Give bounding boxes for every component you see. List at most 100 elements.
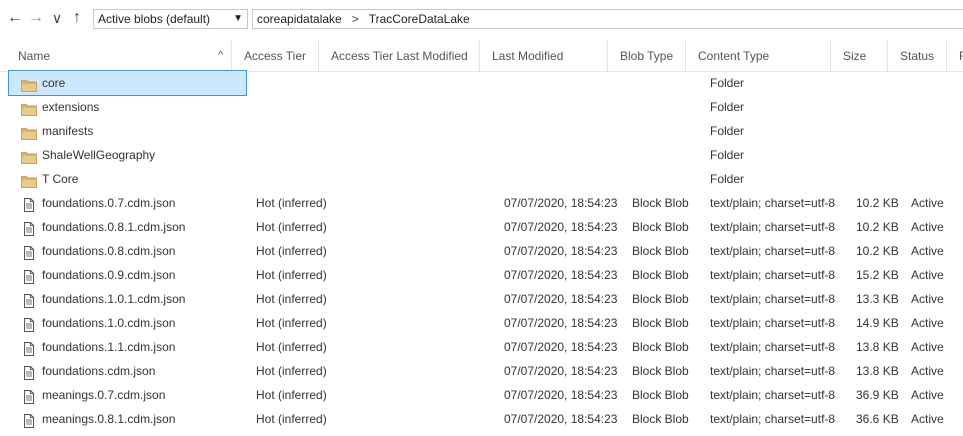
row-name: meanings.0.8.1.cdm.json — [42, 412, 176, 426]
file-row[interactable]: foundations.0.8.1.cdm.json Hot (inferred)… — [0, 215, 963, 239]
file-icon — [21, 388, 37, 404]
column-access-tier-last-modified-label: Access Tier Last Modified — [331, 49, 468, 63]
row-name: meanings.0.7.cdm.json — [42, 388, 166, 402]
blob-list: core Folder extensions Folder manifests Folde… — [0, 70, 963, 431]
column-last-modified[interactable]: Last Modified — [480, 41, 608, 71]
breadcrumb[interactable]: coreapidatalake > TracCoreDataLake — [252, 9, 963, 29]
forward-icon[interactable]: → — [27, 9, 45, 27]
name-cell[interactable]: foundations.1.0.1.cdm.json — [9, 287, 246, 311]
row-name: extensions — [42, 100, 100, 114]
column-size-label: Size — [843, 49, 867, 63]
blob-type-cell: Block Blob — [632, 220, 689, 234]
folder-row[interactable]: ShaleWellGeography Folder — [0, 143, 963, 167]
last-modified-cell: 07/07/2020, 18:54:23 — [504, 364, 618, 378]
status-cell: Active — [911, 388, 944, 402]
access-tier-cell: Hot (inferred) — [256, 244, 327, 258]
size-cell: 36.6 KB — [856, 412, 899, 426]
name-cell[interactable]: foundations.1.0.cdm.json — [9, 311, 246, 335]
folder-row[interactable]: manifests Folder — [0, 119, 963, 143]
file-row[interactable]: foundations.1.0.1.cdm.json Hot (inferred)… — [0, 287, 963, 311]
size-cell: 15.2 KB — [856, 268, 899, 282]
name-cell[interactable]: manifests — [9, 119, 246, 143]
blob-type-cell: Block Blob — [632, 268, 689, 282]
size-cell: 14.9 KB — [856, 316, 899, 330]
content-type-cell: Folder — [710, 100, 745, 114]
status-cell: Active — [911, 340, 944, 354]
blob-type-cell: Block Blob — [632, 196, 689, 210]
name-cell[interactable]: foundations.0.7.cdm.json — [9, 191, 246, 215]
breadcrumb-item[interactable]: coreapidatalake — [257, 12, 342, 26]
name-cell[interactable]: foundations.1.1.cdm.json — [9, 335, 246, 359]
row-name: foundations.1.0.1.cdm.json — [42, 292, 186, 306]
folder-icon — [21, 100, 37, 116]
file-icon — [21, 196, 37, 212]
name-cell[interactable]: core — [8, 70, 247, 96]
content-type-cell: text/plain; charset=utf-8 — [710, 244, 836, 258]
access-tier-cell: Hot (inferred) — [256, 316, 327, 330]
history-dropdown-icon[interactable]: ∨ — [48, 9, 66, 27]
folder-row[interactable]: core Folder — [0, 70, 963, 96]
row-name: foundations.0.7.cdm.json — [42, 196, 176, 210]
blob-type-cell: Block Blob — [632, 244, 689, 258]
column-status[interactable]: Status — [888, 41, 947, 71]
column-access-tier[interactable]: Access Tier — [232, 41, 319, 71]
blob-filter-select[interactable]: Active blobs (default) ▼ — [93, 9, 248, 29]
column-access-tier-last-modified[interactable]: Access Tier Last Modified — [319, 41, 480, 71]
breadcrumb-item[interactable]: TracCoreDataLake — [369, 12, 470, 26]
name-cell[interactable]: meanings.0.8.1.cdm.json — [9, 407, 246, 431]
access-tier-cell: Hot (inferred) — [256, 220, 327, 234]
name-cell[interactable]: foundations.0.9.cdm.json — [9, 263, 246, 287]
status-cell: Active — [911, 196, 944, 210]
last-modified-cell: 07/07/2020, 18:54:23 — [504, 244, 618, 258]
folder-row[interactable]: T Core Folder — [0, 167, 963, 191]
blob-type-cell: Block Blob — [632, 412, 689, 426]
content-type-cell: text/plain; charset=utf-8 — [710, 412, 836, 426]
back-icon[interactable]: ← — [6, 9, 24, 27]
file-row[interactable]: meanings.0.8.1.cdm.json Hot (inferred) 07/… — [0, 407, 963, 431]
file-icon — [21, 340, 37, 356]
file-icon — [21, 412, 37, 428]
name-cell[interactable]: foundations.0.8.1.cdm.json — [9, 215, 246, 239]
blob-type-cell: Block Blob — [632, 316, 689, 330]
name-cell[interactable]: T Core — [9, 167, 246, 191]
file-row[interactable]: meanings.0.7.cdm.json Hot (inferred) 07/07… — [0, 383, 963, 407]
access-tier-cell: Hot (inferred) — [256, 340, 327, 354]
content-type-cell: Folder — [710, 76, 745, 90]
row-name: T Core — [42, 172, 79, 186]
last-modified-cell: 07/07/2020, 18:54:23 — [504, 292, 618, 306]
content-type-cell: Folder — [710, 124, 745, 138]
last-modified-cell: 07/07/2020, 18:54:23 — [504, 388, 618, 402]
access-tier-cell: Hot (inferred) — [256, 388, 327, 402]
last-modified-cell: 07/07/2020, 18:54:23 — [504, 316, 618, 330]
name-cell[interactable]: foundations.0.8.cdm.json — [9, 239, 246, 263]
file-row[interactable]: foundations.1.0.cdm.json Hot (inferred) 07… — [0, 311, 963, 335]
access-tier-cell: Hot (inferred) — [256, 196, 327, 210]
file-row[interactable]: foundations.1.1.cdm.json Hot (inferred) 07… — [0, 335, 963, 359]
name-cell[interactable]: foundations.cdm.json — [9, 359, 246, 383]
size-cell: 10.2 KB — [856, 196, 899, 210]
name-cell[interactable]: extensions — [9, 95, 246, 119]
column-extra-label: F — [959, 49, 963, 63]
name-cell[interactable]: meanings.0.7.cdm.json — [9, 383, 246, 407]
content-type-cell: text/plain; charset=utf-8 — [710, 220, 836, 234]
file-row[interactable]: foundations.0.9.cdm.json Hot (inferred) 07… — [0, 263, 963, 287]
blob-type-cell: Block Blob — [632, 388, 689, 402]
content-type-cell: text/plain; charset=utf-8 — [710, 292, 836, 306]
file-icon — [21, 292, 37, 308]
folder-row[interactable]: extensions Folder — [0, 95, 963, 119]
column-blob-type[interactable]: Blob Type — [608, 41, 686, 71]
file-row[interactable]: foundations.0.7.cdm.json Hot (inferred) 07… — [0, 191, 963, 215]
up-icon[interactable]: ↑ — [68, 9, 86, 27]
file-row[interactable]: foundations.0.8.cdm.json Hot (inferred) 07… — [0, 239, 963, 263]
column-size[interactable]: Size — [831, 41, 888, 71]
size-cell: 13.8 KB — [856, 340, 899, 354]
name-cell[interactable]: ShaleWellGeography — [9, 143, 246, 167]
content-type-cell: text/plain; charset=utf-8 — [710, 316, 836, 330]
column-extra[interactable]: F — [947, 41, 963, 71]
access-tier-cell: Hot (inferred) — [256, 292, 327, 306]
file-row[interactable]: foundations.cdm.json Hot (inferred) 07/07/… — [0, 359, 963, 383]
column-content-type[interactable]: Content Type — [686, 41, 831, 71]
column-content-type-label: Content Type — [698, 49, 770, 63]
blob-type-cell: Block Blob — [632, 292, 689, 306]
column-name[interactable]: Name ^ — [6, 41, 232, 71]
